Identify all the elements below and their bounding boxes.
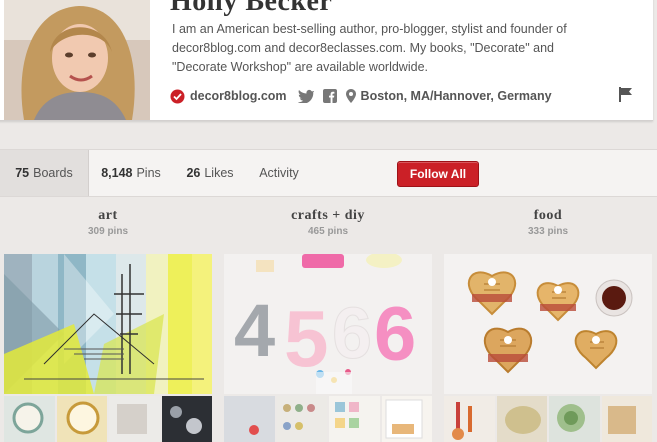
board-thumbnail[interactable] — [161, 396, 212, 442]
location-text: Boston, MA/Hannover, Germany — [360, 89, 552, 103]
svg-text:6: 6 — [332, 294, 372, 374]
board-thumbnail[interactable] — [601, 396, 652, 442]
board-thumbnail[interactable] — [444, 396, 495, 442]
profile-links: decor8blog.com Boston, MA/Hannover, Germ… — [170, 86, 650, 106]
facebook-icon[interactable] — [322, 89, 337, 103]
board-pin-count: 309 pins — [87, 226, 129, 237]
flag-icon[interactable] — [619, 87, 633, 107]
follow-all-button[interactable]: Follow All — [397, 161, 479, 187]
profile-name: Holly Becker — [170, 0, 333, 17]
avatar-photo — [4, 0, 150, 120]
svg-text:4: 4 — [234, 289, 275, 372]
tab-count: 26 — [186, 166, 201, 180]
board-thumbnails — [224, 396, 432, 442]
board-thumbnail[interactable] — [381, 396, 432, 442]
profile-tabbar: 75 Boards 8,148 Pins 26 Likes Activity Foll… — [0, 149, 657, 197]
board-thumbnail[interactable] — [109, 396, 160, 442]
board-thumbnail[interactable] — [4, 396, 55, 442]
board-cover-image[interactable] — [444, 254, 652, 394]
tab-activity[interactable]: Activity — [246, 150, 312, 196]
board-thumbnail[interactable] — [56, 396, 107, 442]
board-title: crafts + diy — [291, 208, 365, 223]
tab-label: Boards — [33, 166, 73, 180]
avatar[interactable] — [4, 0, 150, 120]
tab-likes[interactable]: 26 Likes — [174, 150, 246, 196]
board-pin-count: 333 pins — [527, 226, 569, 237]
location-pin-icon — [345, 89, 356, 103]
board-cover-image[interactable]: 4 5 6 6 — [224, 254, 432, 394]
profile-bio: I am an American best-selling author, pr… — [172, 22, 567, 74]
tab-label: Pins — [136, 166, 161, 180]
board-thumbnails — [4, 396, 212, 442]
twitter-icon[interactable] — [297, 89, 315, 103]
pinterest-badge-icon — [170, 89, 185, 104]
tab-label: Likes — [204, 166, 234, 180]
board-thumbnail[interactable] — [224, 396, 275, 442]
profile-card: Holly Becker I am an American best-selli… — [0, 0, 653, 121]
tab-boards[interactable]: 75 Boards — [0, 150, 89, 196]
svg-text:5: 5 — [284, 294, 329, 383]
tab-label: Activity — [259, 166, 299, 180]
tab-count: 75 — [15, 166, 30, 180]
svg-text:6: 6 — [374, 292, 416, 377]
tab-count: 8,148 — [101, 166, 133, 180]
board-crafts-diy[interactable]: crafts + diy 465 pins 4 5 6 6 — [224, 208, 432, 442]
board-thumbnail[interactable] — [549, 396, 600, 442]
board-title: food — [533, 208, 563, 223]
board-title: art — [98, 208, 118, 223]
board-thumbnail[interactable] — [496, 396, 547, 442]
board-pin-count: 465 pins — [307, 226, 349, 237]
board-thumbnail[interactable] — [329, 396, 380, 442]
board-food[interactable]: food 333 pins — [444, 208, 652, 442]
website-link[interactable]: decor8blog.com — [190, 89, 287, 103]
board-thumbnails — [444, 396, 652, 442]
board-cover-image[interactable] — [4, 254, 212, 394]
board-thumbnail[interactable] — [276, 396, 327, 442]
board-art[interactable]: art 309 pins — [4, 208, 212, 442]
tab-pins[interactable]: 8,148 Pins — [89, 150, 173, 196]
